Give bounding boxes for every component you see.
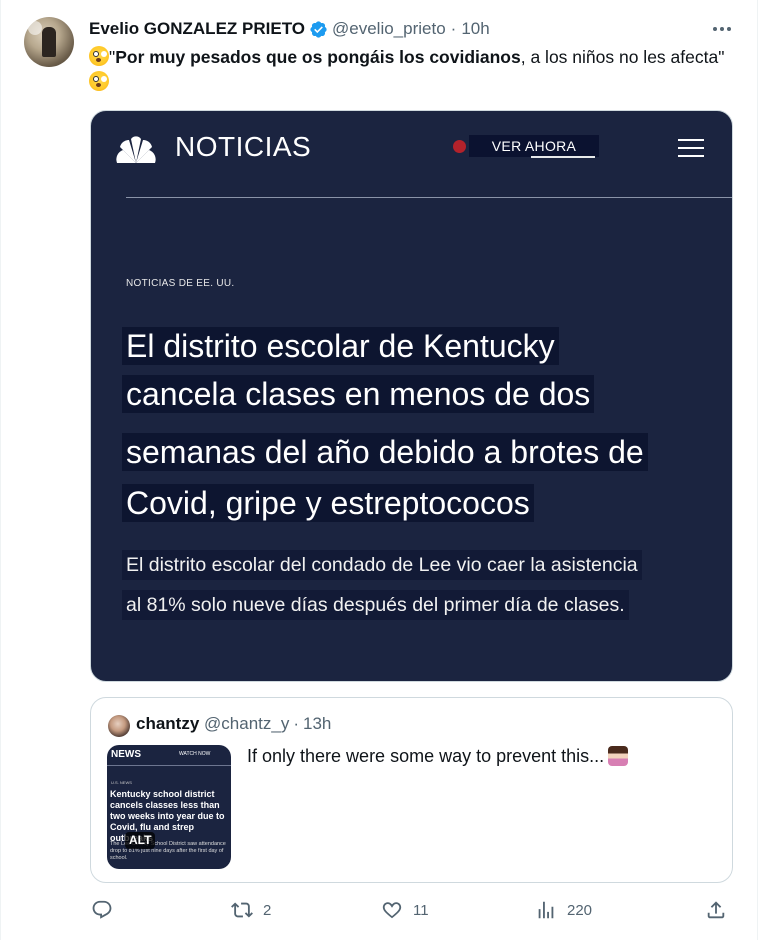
share-button[interactable] [705,899,727,921]
views-count: 220 [567,901,593,919]
headline-line: semanas del año debido a brotes de [122,433,648,471]
like-count: 11 [413,901,429,919]
flushed-face-emoji-icon [89,71,109,91]
reply-button[interactable] [91,899,123,921]
quoted-tweet-text: If only there were some way to prevent t… [247,746,629,767]
tweet-text: "Por muy pesados que os pongáis los covi… [89,45,729,95]
action-bar: 2 11 220 [1,899,758,925]
separator-dot: · [450,19,457,38]
share-icon [707,901,725,919]
headline-line: El distrito escolar de Kentucky [122,327,559,365]
tweet-text-bold: Por muy pesados que os pongáis los covid… [115,47,521,67]
hamburger-menu-icon [678,139,704,159]
quoted-author-handle: @chantz_y [204,714,290,733]
thumb-watch: WATCH NOW [179,751,211,757]
retweet-button[interactable]: 2 [231,899,271,921]
headline-line: Covid, gripe y estreptococos [122,484,534,522]
quoted-tweet-time: 13h [303,714,332,733]
tweet-media-image[interactable]: NOTICIAS VER AHORA NOTICIAS DE EE. UU. E… [90,110,733,682]
thumb-brand: NEWS [111,749,141,760]
tweet-text-rest: , a los niños no les afecta" [520,47,725,67]
like-button[interactable]: 11 [381,899,429,921]
watch-underline [531,156,595,158]
verified-badge-icon [310,20,327,38]
tweet-header: Evelio GONZALEZ PRIETO @evelio_prieto · … [89,18,490,40]
peacock-logo-icon [116,136,156,163]
tweet-time[interactable]: 10h [461,19,489,39]
quoted-tweet-header: chantzy @chantz_y · 13h [136,714,332,733]
quoted-media-thumbnail[interactable]: NEWS WATCH NOW U.S. NEWS Kentucky school… [107,745,231,869]
quoted-author-name: chantzy [136,714,200,733]
alt-badge[interactable]: ALT [125,832,156,849]
author-avatar[interactable] [24,17,74,67]
news-brand: NOTICIAS [175,131,312,162]
watch-now-label: VER AHORA [469,135,599,157]
subheadline-line: al 81% solo nueve días después del prime… [122,590,629,620]
reply-icon [92,900,112,919]
headline-line: cancela clases en menos de dos [122,375,595,413]
views-button[interactable]: 220 [535,899,592,921]
author-handle[interactable]: @evelio_prieto [332,19,446,39]
article-kicker: NOTICIAS DE EE. UU. [126,278,235,289]
live-dot-icon [453,140,466,153]
facepalm-emoji-icon [608,746,629,766]
views-chart-icon [538,901,554,919]
divider [126,197,732,198]
quoted-tweet[interactable]: chantzy @chantz_y · 13h NEWS WATCH NOW U.S… [90,697,733,883]
author-name[interactable]: Evelio GONZALEZ PRIETO [89,19,305,39]
heart-icon [382,902,402,919]
quoted-author-avatar [108,715,130,737]
tweet-container[interactable]: Evelio GONZALEZ PRIETO @evelio_prieto · … [0,0,758,940]
retweet-icon [231,902,253,918]
more-options-icon[interactable] [711,18,733,40]
thumb-kicker: U.S. NEWS [111,780,132,785]
flushed-face-emoji-icon [89,46,109,66]
subheadline-line: El distrito escolar del condado de Lee v… [122,550,642,580]
retweet-count: 2 [263,901,272,919]
